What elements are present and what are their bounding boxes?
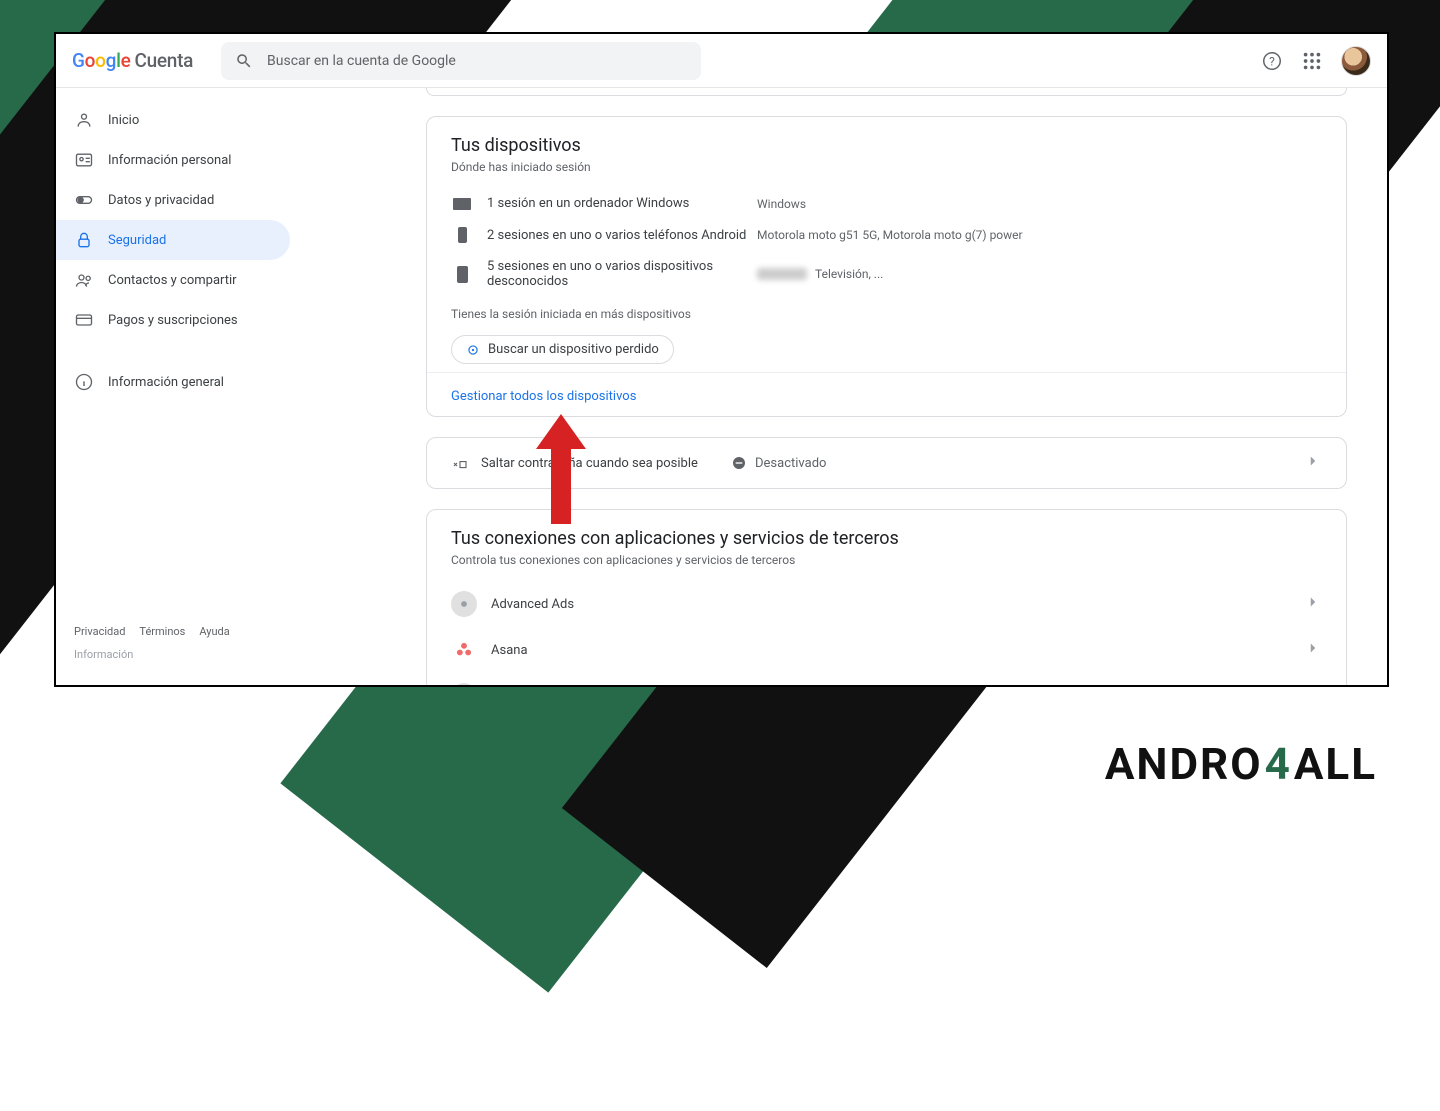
connection-item[interactable]: Advanced Ads [427,581,1346,627]
svg-text:?: ? [1269,54,1275,68]
target-icon [466,343,480,357]
sidebar-item-label: Pagos y suscripciones [108,313,238,328]
chevron-right-icon [1304,639,1322,661]
help-icon[interactable]: ? [1261,50,1283,72]
sidebar: Inicio Información personal Datos y priv… [56,88,316,685]
devices-subtitle: Dónde has iniciado sesión [451,160,1322,174]
sidebar-item-personal[interactable]: Información personal [56,140,290,180]
atlassian-icon [451,683,477,685]
card-cutoff [426,88,1347,96]
footer-info: Información [56,644,316,673]
footer-terms[interactable]: Términos [139,625,185,638]
sidebar-item-info[interactable]: Información general [56,362,290,402]
logo-suffix: Cuenta [135,49,194,72]
connection-item[interactable]: Atlassian [427,673,1346,685]
search-placeholder: Buscar en la cuenta de Google [267,53,456,69]
sidebar-item-payments[interactable]: Pagos y suscripciones [56,300,290,340]
main-content: Tus dispositivos Dónde has iniciado sesi… [316,88,1387,685]
search-input[interactable]: Buscar en la cuenta de Google [221,42,701,80]
sidebar-item-label: Información general [108,375,224,390]
footer-help[interactable]: Ayuda [199,625,229,638]
redacted [757,268,807,280]
device-row[interactable]: 1 sesión en un ordenador Windows Windows [451,188,1322,219]
google-account-logo[interactable]: Google Cuenta [72,49,193,72]
search-icon [235,52,253,70]
info-icon [74,372,94,392]
disabled-icon [731,455,747,471]
device-info: Motorola moto g51 5G, Motorola moto g(7)… [757,228,1023,242]
manage-devices-link[interactable]: Gestionar todos los dispositivos [451,389,636,404]
sidebar-item-privacy[interactable]: Datos y privacidad [56,180,290,220]
devices-title: Tus dispositivos [451,135,1322,156]
connection-name: Asana [491,643,528,658]
chevron-right-icon [1304,593,1322,615]
connections-title: Tus conexiones con aplicaciones y servic… [451,528,1322,549]
avatar[interactable] [1341,46,1371,76]
app-icon [451,591,477,617]
chevron-right-icon [1304,452,1322,474]
device-text: 5 sesiones en uno o varios dispositivos … [487,259,757,289]
footer-privacy[interactable]: Privacidad [74,625,125,638]
skip-password-card[interactable]: Saltar contraseña cuando sea posible Des… [426,437,1347,489]
top-icons: ? [1261,46,1371,76]
skip-password-label: Saltar contraseña cuando sea posible [481,456,698,471]
device-row[interactable]: 5 sesiones en uno o varios dispositivos … [451,251,1322,297]
device-row[interactable]: 2 sesiones en uno o varios teléfonos And… [451,219,1322,251]
asana-icon [451,637,477,663]
sidebar-item-label: Datos y privacidad [108,193,214,208]
card-icon [74,310,94,330]
desktop-icon [451,198,473,210]
find-device-label: Buscar un dispositivo perdido [488,342,659,357]
sidebar-item-inicio[interactable]: Inicio [56,100,290,140]
connections-subtitle: Controla tus conexiones con aplicaciones… [451,553,1322,567]
toggle-icon [74,190,94,210]
topbar: Google Cuenta Buscar en la cuenta de Goo… [56,34,1387,88]
sidebar-item-security[interactable]: Seguridad [56,220,290,260]
id-card-icon [74,150,94,170]
lock-icon [74,230,94,250]
unknown-device-icon [451,266,473,283]
apps-grid-icon[interactable] [1301,50,1323,72]
find-device-button[interactable]: Buscar un dispositivo perdido [451,335,674,364]
home-icon [74,110,94,130]
app-window: Google Cuenta Buscar en la cuenta de Goo… [54,32,1389,687]
device-info: Televisión, ... [757,267,883,281]
connection-item[interactable]: Asana [427,627,1346,673]
devices-note: Tienes la sesión iniciada en más disposi… [451,307,1322,321]
sidebar-item-label: Inicio [108,113,139,128]
google-logo: Google [72,49,131,72]
sidebar-item-contacts[interactable]: Contactos y compartir [56,260,290,300]
connection-name: Advanced Ads [491,597,574,612]
connections-card: Tus conexiones con aplicaciones y servic… [426,509,1347,685]
device-info: Windows [757,197,806,211]
andro4all-logo: ANDRO4ALL [1105,738,1377,790]
people-icon [74,270,94,290]
sidebar-item-label: Seguridad [108,233,166,248]
device-text: 1 sesión en un ordenador Windows [487,196,757,211]
devices-card: Tus dispositivos Dónde has iniciado sesi… [426,116,1347,417]
footer-links: Privacidad Términos Ayuda [56,625,316,644]
skip-password-status: Desactivado [731,455,826,471]
sidebar-item-label: Información personal [108,153,231,168]
device-text: 2 sesiones en uno o varios teléfonos And… [487,228,757,243]
skip-password-icon [451,454,469,472]
sidebar-item-label: Contactos y compartir [108,273,237,288]
phone-icon [451,227,473,243]
